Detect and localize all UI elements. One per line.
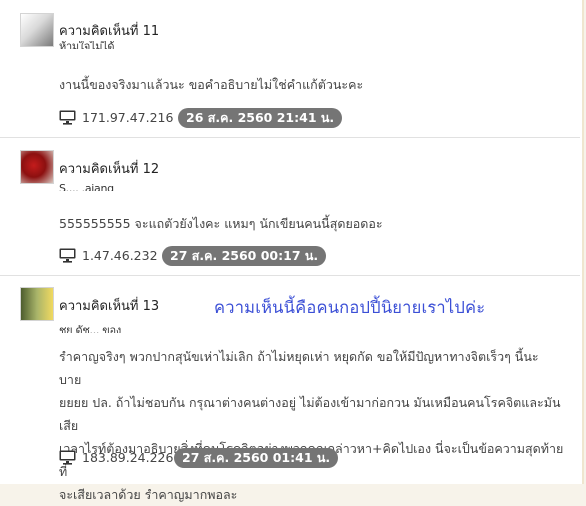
ip-text: 183.89.24.226	[82, 450, 174, 465]
comments-panel: ความคิดเห็นที่ 11 ห้ามใจไม่ได้ งานนี้ของ…	[0, 0, 584, 502]
comment-11: ความคิดเห็นที่ 11 ห้ามใจไม่ได้ งานนี้ของ…	[0, 0, 580, 138]
comment-12: ความคิดเห็นที่ 12 S.... .ajang 555555555…	[0, 138, 580, 276]
comment-body-line: จะเสียเวลาด้วย รำคาญมากพอละ	[59, 487, 238, 502]
comment-title: ความคิดเห็นที่ 11	[59, 24, 160, 39]
avatar[interactable]	[20, 150, 54, 184]
date-badge: 26 ส.ค. 2560 21:41 น.	[178, 108, 343, 128]
date-badge: 27 ส.ค. 2560 01:41 น.	[174, 448, 339, 468]
comment-body-line: รำคาญจริงๆ พวกปากสุนัขเห่าไม่เลิก ถ้าไม่…	[59, 349, 539, 387]
comment-body: รำคาญจริงๆ พวกปากสุนัขเห่าไม่เลิก ถ้าไม่…	[59, 345, 564, 506]
ip-address: 183.89.24.226	[59, 450, 173, 465]
ip-address: 171.97.47.216	[59, 110, 173, 125]
ip-text: 1.47.46.232	[82, 248, 158, 263]
ip-text: 171.97.47.216	[82, 110, 174, 125]
comment-body-line: ยยยย ปล. ถ้าไม่ชอบกัน กรุณาต่างคนต่างอยู…	[59, 395, 561, 433]
comment-title: ความคิดเห็นที่ 13	[59, 299, 160, 314]
monitor-icon	[59, 110, 76, 125]
comment-body: งานนี้ของจริงมาแล้วนะ ขอคำอธิบายไม่ใช่คำ…	[59, 77, 364, 92]
comment-title: ความคิดเห็นที่ 12	[59, 162, 160, 177]
avatar[interactable]	[20, 13, 54, 47]
monitor-icon	[59, 450, 76, 465]
date-badge: 27 ส.ค. 2560 00:17 น.	[162, 246, 327, 266]
annotation-text: ความเห็นนี้คือคนกอปปี้นิยายเราไปค่ะ	[214, 298, 486, 317]
comment-author[interactable]: S.... .ajang	[59, 183, 114, 191]
comment-author[interactable]: ห้ามใจไม่ได้	[59, 41, 114, 49]
comment-author[interactable]: ชย ดัช... ของ	[59, 325, 121, 333]
avatar[interactable]	[20, 287, 54, 321]
ip-address: 1.47.46.232	[59, 248, 158, 263]
monitor-icon	[59, 248, 76, 263]
comment-body: 555555555 จะแถตัวยังไงคะ แหมๆ นักเขียนคน…	[59, 216, 383, 231]
